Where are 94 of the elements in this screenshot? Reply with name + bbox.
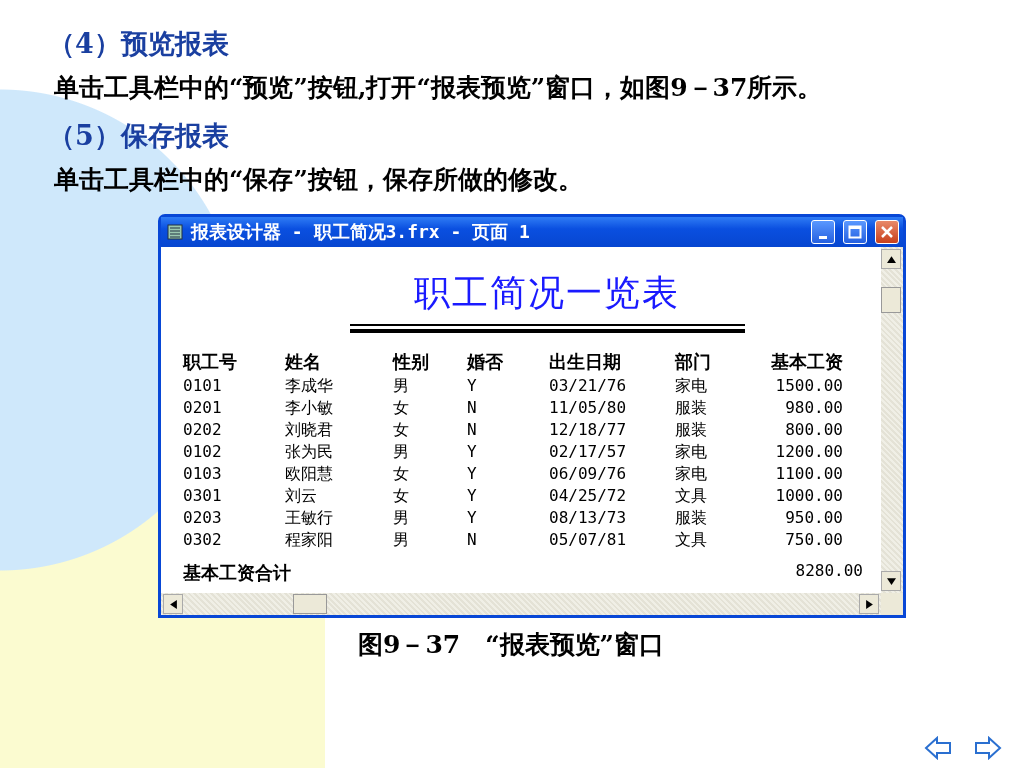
table-cell-text: 男: [393, 507, 410, 529]
table-cell-text: 程家阳: [285, 529, 334, 551]
table-cell-text: 08/13/73: [549, 507, 628, 529]
scroll-down-button[interactable]: [881, 571, 901, 591]
table-cell-text: 家电: [675, 441, 708, 463]
column-header: 职工号: [183, 350, 238, 374]
size-grip[interactable]: [881, 593, 903, 615]
column-header: 出生日期: [549, 350, 622, 374]
scroll-thumb[interactable]: [293, 594, 327, 614]
table-cell-text: 李成华: [285, 375, 334, 397]
scroll-left-button[interactable]: [163, 594, 183, 614]
column-header: 婚否: [467, 350, 504, 374]
close-button[interactable]: [875, 220, 899, 244]
table-cell-text: 1500.00: [774, 375, 843, 397]
table-cell-text: 文具: [675, 485, 708, 507]
minimize-button[interactable]: [811, 220, 835, 244]
column-header: 基本工资: [770, 350, 843, 374]
table-cell-text: 文具: [675, 529, 708, 551]
table-cell-text: Y: [467, 507, 478, 529]
right-arrow-icon: [864, 599, 874, 609]
table-cell-text: 李小敏: [285, 397, 334, 419]
table-cell-text: 男: [393, 529, 410, 551]
table-cell-text: 800.00: [784, 419, 843, 441]
minimize-icon: [819, 235, 827, 239]
paragraph: 单击工具栏中的“预览”按钮,打开“报表预览”窗口，如图9－37所示。: [53, 72, 824, 104]
table-cell-text: 1000.00: [774, 485, 843, 507]
table-cell-text: 05/07/81: [549, 529, 628, 551]
back-arrow-icon[interactable]: [924, 736, 952, 760]
table-cell-text: 女: [393, 397, 410, 419]
table-cell-text: 04/25/72: [549, 485, 628, 507]
table-cell-text: 1200.00: [774, 441, 843, 463]
table-cell-text: 服装: [675, 419, 708, 441]
table-cell-text: 12/18/77: [549, 419, 628, 441]
table-cell-text: Y: [467, 485, 478, 507]
table-cell-text: 家电: [675, 463, 708, 485]
table-cell-text: 欧阳慧: [285, 463, 334, 485]
table-cell-text: Y: [467, 441, 478, 463]
total-value: 8280.00: [795, 561, 863, 582]
column-header: 性别: [393, 350, 430, 374]
table-cell-text: 0201: [183, 397, 223, 419]
table-cell-text: 王敏行: [285, 507, 334, 529]
table-cell-text: 0101: [183, 375, 223, 397]
section-heading: （4）预览报表: [47, 27, 230, 61]
close-icon: [880, 225, 894, 239]
table-cell-text: 男: [393, 441, 410, 463]
figure-caption: 图9－37 “报表预览”窗口: [358, 629, 664, 661]
table-cell-text: 家电: [675, 375, 708, 397]
table-cell-text: Y: [467, 463, 478, 485]
maximize-icon: [848, 225, 862, 239]
horizontal-scrollbar[interactable]: [161, 593, 881, 615]
scroll-up-button[interactable]: [881, 249, 901, 269]
scroll-right-button[interactable]: [859, 594, 879, 614]
column-header: 部门: [675, 350, 712, 374]
table-cell-text: 02/17/57: [549, 441, 628, 463]
table-cell-text: N: [467, 397, 478, 419]
table-cell-text: 张为民: [285, 441, 334, 463]
table-cell-text: 女: [393, 485, 410, 507]
window-title: 报表设计器 - 职工简况3.frx - 页面 1: [191, 220, 531, 244]
table-cell-text: 1100.00: [774, 463, 843, 485]
scroll-thumb[interactable]: [881, 287, 901, 313]
total-label: 基本工资合计: [183, 561, 291, 585]
table-cell-text: N: [467, 419, 478, 441]
vertical-scrollbar[interactable]: [881, 247, 903, 593]
report-title: 职工简况一览表: [414, 271, 680, 315]
maximize-button[interactable]: [843, 220, 867, 244]
table-cell-text: 06/09/76: [549, 463, 628, 485]
section-heading: （5）保存报表: [47, 119, 230, 153]
forward-arrow-icon[interactable]: [974, 736, 1002, 760]
table-cell-text: 女: [393, 463, 410, 485]
report-icon: [167, 224, 183, 240]
table-cell-text: 03/21/76: [549, 375, 628, 397]
table-cell-text: 980.00: [784, 397, 843, 419]
table-cell-text: 0301: [183, 485, 223, 507]
table-cell-text: 0203: [183, 507, 223, 529]
table-cell-text: 0202: [183, 419, 223, 441]
left-arrow-icon: [168, 599, 178, 609]
table-cell-text: Y: [467, 375, 478, 397]
table-cell-text: 0102: [183, 441, 223, 463]
table-cell-text: 950.00: [784, 507, 843, 529]
table-cell-text: 刘晓君: [285, 419, 334, 441]
table-cell-text: 0302: [183, 529, 223, 551]
paragraph: 单击工具栏中的“保存”按钮，保存所做的修改。: [53, 164, 584, 196]
table-cell-text: 男: [393, 375, 410, 397]
table-cell-text: 11/05/80: [549, 397, 628, 419]
table-cell-text: N: [467, 529, 478, 551]
table-cell-text: 750.00: [784, 529, 843, 551]
table-cell-text: 刘云: [285, 485, 318, 507]
table-cell-text: 女: [393, 419, 410, 441]
up-arrow-icon: [886, 254, 896, 264]
table-cell-text: 0103: [183, 463, 223, 485]
down-arrow-icon: [886, 576, 896, 586]
table-cell-text: 服装: [675, 507, 708, 529]
column-header: 姓名: [285, 350, 322, 374]
table-cell-text: 服装: [675, 397, 708, 419]
